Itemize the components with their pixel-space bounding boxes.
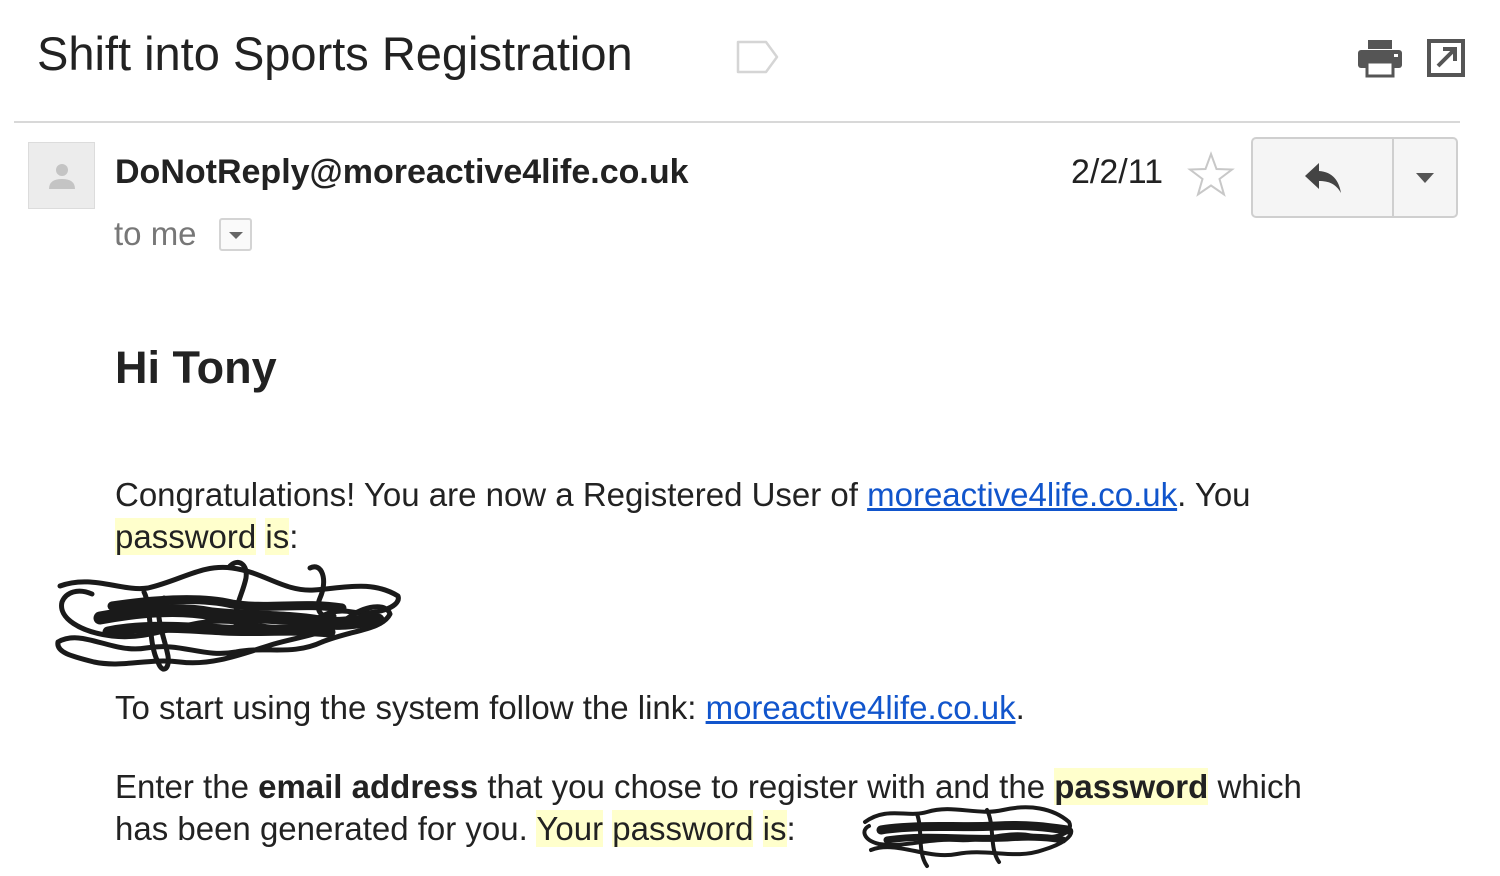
text-span: To start using the system follow the lin…	[115, 689, 706, 726]
more-actions-button[interactable]	[1394, 139, 1456, 216]
label-tag-icon[interactable]	[736, 40, 780, 79]
link-paragraph: To start using the system follow the lin…	[115, 687, 1025, 729]
text-span: :	[289, 518, 299, 555]
text-span: has been generated for you.	[115, 810, 537, 847]
paragraph-line: password is:	[115, 516, 1251, 558]
star-outline-icon[interactable]	[1186, 150, 1236, 200]
text-span: which	[1208, 768, 1302, 805]
person-icon	[49, 164, 75, 189]
text-span: .	[1015, 689, 1025, 726]
highlighted-word: password	[612, 810, 754, 847]
text-span: :	[786, 810, 796, 847]
redaction-scribble	[862, 805, 1074, 868]
show-details-button[interactable]	[219, 218, 252, 251]
text-span: . You	[1177, 476, 1251, 513]
sender-address: DoNotReply@moreactive4life.co.uk	[115, 153, 689, 191]
header-divider	[14, 121, 1460, 123]
recipient-line: to me	[114, 215, 197, 252]
open-in-new-window-icon[interactable]	[1426, 38, 1466, 78]
highlighted-bold-word: password	[1054, 768, 1209, 805]
reply-button-group	[1251, 137, 1458, 218]
reply-icon	[1304, 162, 1341, 193]
highlighted-word: is	[265, 518, 290, 555]
dropdown-arrow-icon	[1416, 172, 1434, 183]
bold-text: email address	[258, 768, 479, 805]
paragraph-line: Enter the email address that you chose t…	[115, 766, 1302, 808]
greeting-heading: Hi Tony	[115, 342, 277, 393]
print-icon[interactable]	[1356, 38, 1404, 78]
highlighted-word: Your	[536, 810, 604, 847]
highlighted-word: is	[762, 810, 787, 847]
reply-button[interactable]	[1253, 139, 1394, 216]
instructions-paragraph: Enter the email address that you chose t…	[115, 766, 1302, 850]
congratulations-paragraph: Congratulations! You are now a Registere…	[115, 474, 1251, 558]
sender-avatar	[28, 142, 95, 209]
redaction-scribble	[55, 560, 401, 672]
site-link[interactable]: moreactive4life.co.uk	[706, 689, 1016, 726]
email-subject: Shift into Sports Registration	[37, 27, 633, 80]
email-date: 2/2/11	[1071, 153, 1164, 191]
paragraph-line: has been generated for you. Your passwor…	[115, 808, 1302, 850]
paragraph-line: Congratulations! You are now a Registere…	[115, 474, 1251, 516]
site-link[interactable]: moreactive4life.co.uk	[867, 476, 1177, 513]
highlighted-word: password	[115, 518, 257, 555]
text-span: Congratulations! You are now a Registere…	[115, 476, 868, 513]
text-span: Enter the	[115, 768, 259, 805]
chevron-down-icon	[228, 231, 243, 239]
